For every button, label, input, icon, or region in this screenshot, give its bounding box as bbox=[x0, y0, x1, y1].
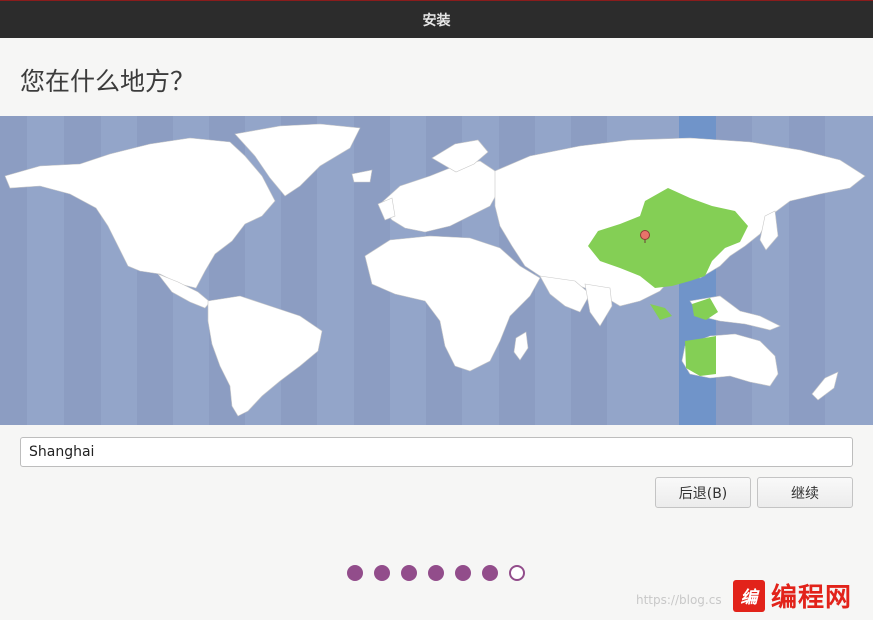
watermark-url: https://blog.cs bbox=[636, 593, 722, 607]
continue-button-label: 继续 bbox=[791, 485, 819, 502]
step-dot-complete bbox=[428, 565, 444, 581]
world-map-svg[interactable] bbox=[0, 116, 873, 425]
timezone-map[interactable] bbox=[0, 116, 873, 425]
window-titlebar: 安装 bbox=[0, 0, 873, 38]
logo-mark-icon: 编 bbox=[733, 579, 765, 612]
step-dot-complete bbox=[401, 565, 417, 581]
continue-button[interactable]: 继续 bbox=[757, 477, 853, 508]
step-dot-current bbox=[509, 565, 525, 581]
back-button[interactable]: 后退(B) bbox=[655, 477, 751, 508]
watermark-logo: 编 编程网 bbox=[733, 577, 852, 614]
step-dot-complete bbox=[347, 565, 363, 581]
location-input[interactable] bbox=[20, 437, 853, 467]
window-title: 安装 bbox=[422, 12, 451, 29]
step-dot-complete bbox=[455, 565, 471, 581]
step-progress-indicator bbox=[347, 565, 525, 581]
step-dot-complete bbox=[374, 565, 390, 581]
page-title: 您在什么地方？ bbox=[20, 67, 196, 96]
step-dot-complete bbox=[482, 565, 498, 581]
logo-text: 编程网 bbox=[771, 583, 853, 613]
back-button-label: 后退(B) bbox=[678, 485, 728, 502]
